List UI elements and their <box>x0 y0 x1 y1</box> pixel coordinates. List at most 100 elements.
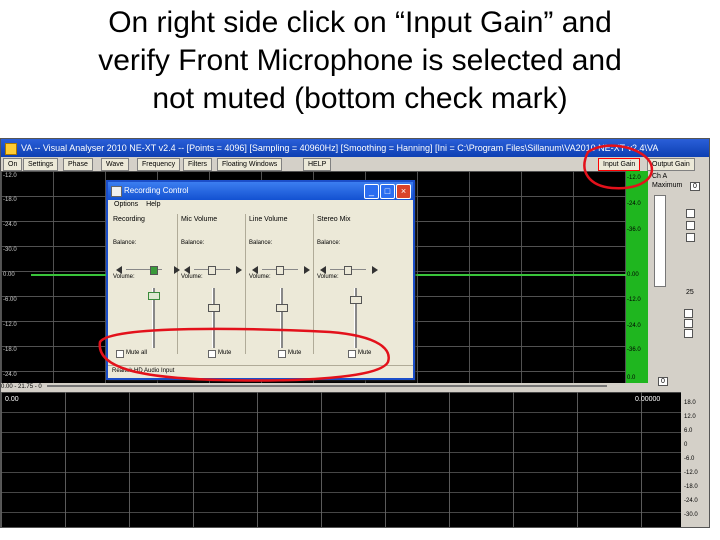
dialog-titlebar: Recording Control _ □ × <box>108 182 413 200</box>
menu-help[interactable]: Help <box>146 201 160 208</box>
volume-label: Volume: <box>317 274 339 280</box>
meter-bottom-label: 0.0 <box>627 375 636 381</box>
toolbar-on-button[interactable]: On <box>3 158 23 171</box>
speaker-left-icon <box>116 266 122 274</box>
toolbar-floating-windows-button[interactable]: Floating Windows <box>217 158 283 171</box>
volume-thumb[interactable] <box>148 292 160 300</box>
spectrum-scale-label: 0 <box>684 442 688 448</box>
maximum-label: Maximum <box>652 182 683 189</box>
app-toolbar: On Settings Phase Wave Frequency Filters… <box>1 157 709 171</box>
meter-label: -36.0 <box>627 227 641 233</box>
gain-slider-track[interactable] <box>654 195 666 287</box>
dialog-title: Recording Control <box>124 186 189 195</box>
recording-column: Recording Balance: Volume: <box>110 214 180 354</box>
scope-y-label: -6.00 <box>3 297 17 303</box>
spectrum-left-value: 0.00 <box>5 396 19 403</box>
column-title: Stereo Mix <box>317 216 351 223</box>
input-gain-button[interactable]: Input Gain <box>598 158 641 171</box>
meter-label: -36.0 <box>627 347 641 353</box>
line-mute-label: Mute <box>288 350 302 356</box>
panel-checkbox[interactable] <box>684 329 693 338</box>
input-device-label: Realtek HD Audio Input <box>112 368 175 374</box>
balance-thumb[interactable] <box>150 266 158 275</box>
balance-label: Balance: <box>113 240 137 246</box>
scope-y-label: -18.0 <box>3 197 17 203</box>
spectrum-scale-label: -30.0 <box>684 512 698 518</box>
spectrum-scale: 18.0 12.0 6.0 0 -6.0 -12.0 -18.0 -24.0 -… <box>681 392 709 527</box>
dialog-menubar: Options Help <box>108 200 413 210</box>
scope-y-label: -30.0 <box>3 247 17 253</box>
panel-checkbox[interactable] <box>684 309 693 318</box>
meter-label: -12.0 <box>627 175 641 181</box>
mic-mute-checkbox[interactable] <box>208 350 216 358</box>
close-icon[interactable]: × <box>396 184 411 199</box>
panel-checkbox[interactable] <box>686 221 695 230</box>
balance-thumb[interactable] <box>208 266 216 275</box>
speaker-app-icon <box>111 186 122 197</box>
spectrum-scale-label: 6.0 <box>684 428 693 434</box>
toolbar-filters-button[interactable]: Filters <box>183 158 213 171</box>
speaker-right-icon <box>372 266 378 274</box>
scope-y-label: 0.00 <box>3 272 15 278</box>
spectrum-panel: 0.00 0.00000 <box>1 392 681 527</box>
meter-label: -24.0 <box>627 323 641 329</box>
volume-thumb[interactable] <box>208 304 220 312</box>
scope-y-label: -24.0 <box>3 372 17 378</box>
speaker-left-icon <box>320 266 326 274</box>
volume-slider[interactable] <box>212 288 215 348</box>
panel-checkbox[interactable] <box>686 209 695 218</box>
volume-label: Volume: <box>113 274 135 280</box>
balance-label: Balance: <box>249 240 273 246</box>
meter-label: 0.00 <box>627 272 639 278</box>
scope-y-label: -12.0 <box>3 322 17 328</box>
volume-label: Volume: <box>249 274 271 280</box>
counter-top[interactable]: 0 <box>690 182 700 191</box>
mute-all-label: Mute all <box>126 350 148 356</box>
heading-line-3: not muted (bottom check mark) <box>152 82 568 115</box>
heading-line-1: On right side click on “Input Gain” and <box>108 6 612 39</box>
scope-y-label: -24.0 <box>3 222 17 228</box>
volume-thumb[interactable] <box>276 304 288 312</box>
volume-slider[interactable] <box>280 288 283 348</box>
panel-value: 25 <box>686 289 694 296</box>
toolbar-phase-button[interactable]: Phase <box>63 158 93 171</box>
mic-volume-column: Mic Volume Balance: Volume: <box>178 214 246 354</box>
status-range: 0.00 - 21.75 - 0 <box>1 384 42 390</box>
spectrum-scale-label: -6.0 <box>684 456 695 462</box>
heading-line-2: verify Front Microphone is selected and <box>98 44 622 77</box>
meter-label: -24.0 <box>627 201 641 207</box>
mute-all-checkbox[interactable] <box>116 350 124 358</box>
stereo-mix-mute-label: Mute <box>358 350 372 356</box>
scope-y-label: -18.0 <box>3 347 17 353</box>
balance-thumb[interactable] <box>276 266 284 275</box>
counter-bottom[interactable]: 0 <box>658 377 668 386</box>
app-icon <box>5 143 17 155</box>
slide-heading: On right side click on “Input Gain” and … <box>0 4 720 118</box>
balance-thumb[interactable] <box>344 266 352 275</box>
stereo-mix-mute-checkbox[interactable] <box>348 350 356 358</box>
volume-label: Volume: <box>181 274 203 280</box>
app-title: VA -- Visual Analyser 2010 NE-XT v2.4 --… <box>21 143 659 153</box>
output-gain-button[interactable]: Output Gain <box>647 158 695 171</box>
scope-y-label: -12.0 <box>3 173 17 179</box>
recording-control-dialog: Recording Control _ □ × Options Help Rec… <box>106 180 415 380</box>
toolbar-help-button[interactable]: HELP <box>303 158 332 171</box>
panel-checkbox[interactable] <box>684 319 693 328</box>
maximize-icon[interactable]: □ <box>380 184 395 199</box>
toolbar-wave-button[interactable]: Wave <box>101 158 129 171</box>
spectrum-scale-label: -18.0 <box>684 484 698 490</box>
line-volume-column: Line Volume Balance: Volume: <box>246 214 314 354</box>
toolbar-settings-button[interactable]: Settings <box>23 158 59 171</box>
volume-thumb[interactable] <box>350 296 362 304</box>
scope-scrollbar[interactable] <box>47 385 608 388</box>
scope-statusbar: 0.00 - 21.75 - 0 <box>1 383 648 392</box>
mic-mute-label: Mute <box>218 350 232 356</box>
app-titlebar: VA -- Visual Analyser 2010 NE-XT v2.4 --… <box>1 139 709 157</box>
minimize-icon[interactable]: _ <box>364 184 379 199</box>
column-title: Line Volume <box>249 216 288 223</box>
toolbar-frequency-button[interactable]: Frequency <box>137 158 181 171</box>
menu-options[interactable]: Options <box>114 201 138 208</box>
balance-label: Balance: <box>181 240 205 246</box>
panel-checkbox[interactable] <box>686 233 695 242</box>
line-mute-checkbox[interactable] <box>278 350 286 358</box>
